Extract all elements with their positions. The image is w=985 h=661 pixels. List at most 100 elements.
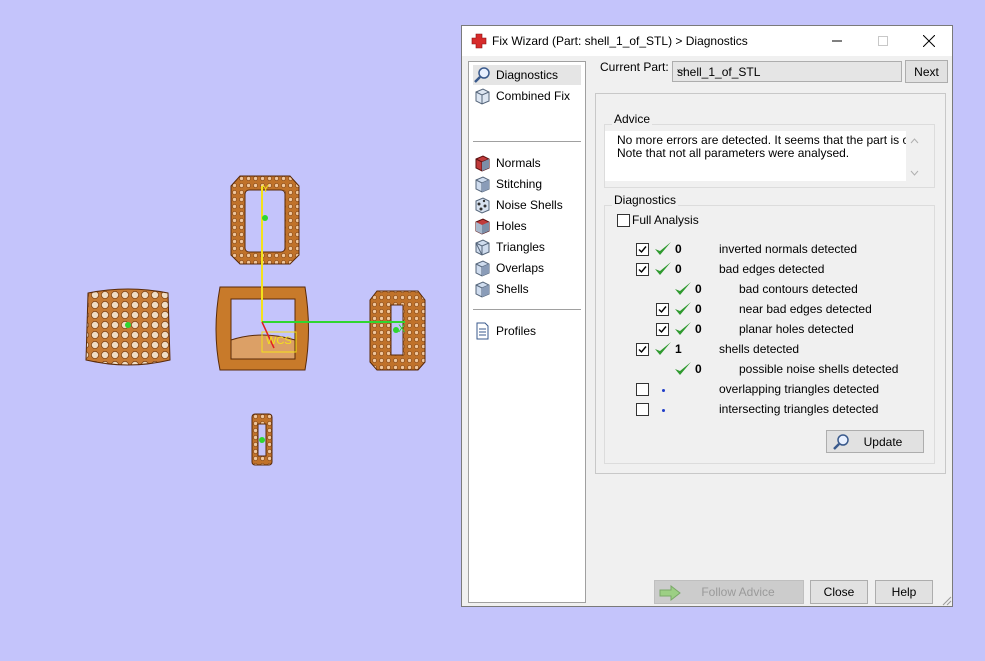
diag-label: overlapping triangles detected — [719, 382, 880, 396]
help-button[interactable]: Help — [875, 580, 933, 604]
update-button[interactable]: Update — [826, 430, 924, 453]
diag-label: possible noise shells detected — [739, 362, 899, 376]
diag-label: planar holes detected — [739, 322, 854, 336]
advice-line-2: Note that not all parameters were analys… — [617, 146, 850, 160]
row-checkbox[interactable] — [636, 383, 649, 396]
stitching-cube-icon — [475, 176, 490, 193]
follow-advice-label: Follow Advice — [701, 585, 775, 599]
nav-item-stitching[interactable]: Stitching — [473, 174, 542, 194]
diag-label: shells detected — [719, 342, 800, 356]
nav-item-label: Holes — [496, 219, 527, 233]
diag-label: near bad edges detected — [739, 302, 872, 316]
blue-dot-icon — [662, 409, 665, 412]
shells-cube-icon — [475, 281, 490, 298]
resize-grip-icon[interactable] — [942, 596, 952, 606]
part-views — [85, 175, 426, 466]
diag-count: 0 — [675, 262, 682, 276]
nav-item-label: Triangles — [496, 240, 545, 254]
nav-item-noise-shells[interactable]: Noise Shells — [473, 195, 563, 215]
overlaps-cube-icon — [475, 260, 490, 277]
minimize-button[interactable] — [814, 26, 860, 56]
current-part-select[interactable]: shell_1_of_STL ⌵ — [672, 61, 902, 82]
nav-item-label: Diagnostics — [496, 68, 559, 82]
red-cross-icon — [471, 33, 487, 49]
diagnostics-group-title: Diagnostics — [612, 193, 679, 207]
arrow-right-icon — [659, 585, 681, 601]
holes-cube-icon — [475, 218, 490, 235]
nav-item-label: Overlaps — [496, 261, 545, 275]
diag-label: intersecting triangles detected — [719, 402, 879, 416]
document-icon — [476, 322, 489, 340]
close-button-label: Close — [823, 585, 855, 599]
update-button-label: Update — [863, 434, 903, 449]
nav-item-label: Profiles — [496, 324, 537, 338]
help-button-label: Help — [891, 585, 917, 599]
magnifier-icon — [833, 434, 849, 450]
follow-advice-button[interactable]: Follow Advice — [654, 580, 804, 604]
advice-group-title: Advice — [612, 112, 653, 126]
green-check-icon — [675, 362, 691, 375]
row-checkbox[interactable] — [636, 243, 649, 256]
green-check-icon — [675, 302, 691, 315]
green-check-icon — [655, 242, 671, 255]
close-icon — [923, 35, 935, 47]
noise-shells-icon — [475, 197, 490, 214]
fix-wizard-window: Fix Wizard (Part: shell_1_of_STL) > Diag… — [461, 25, 953, 607]
normals-cube-icon — [475, 155, 490, 172]
diag-label: bad edges detected — [719, 262, 825, 276]
row-checkbox[interactable] — [636, 263, 649, 276]
minimize-icon — [832, 40, 842, 42]
nav-item-normals[interactable]: Normals — [473, 153, 541, 173]
nav-item-triangles[interactable]: Triangles — [473, 237, 545, 257]
nav-item-holes[interactable]: Holes — [473, 216, 527, 236]
3d-viewport[interactable]: Y X WCS — [0, 0, 460, 658]
close-button[interactable]: Close — [810, 580, 868, 604]
advice-line-1: No more errors are detected. It seems th… — [617, 133, 919, 147]
checkmark-icon — [638, 266, 647, 274]
diag-count: 0 — [695, 362, 702, 376]
checkmark-icon — [638, 346, 647, 354]
nav-item-label: Combined Fix — [496, 89, 571, 103]
row-checkbox[interactable] — [656, 303, 669, 316]
checkmark-icon — [638, 246, 647, 254]
advice-text-box[interactable]: No more errors are detected. It seems th… — [605, 131, 923, 181]
diag-label: inverted normals detected — [719, 242, 858, 256]
chevron-down-icon: ⌵ — [677, 65, 685, 76]
nav-separator — [473, 141, 581, 142]
close-window-button[interactable] — [906, 26, 952, 56]
next-button-label: Next — [914, 64, 939, 79]
nav-item-label: Normals — [496, 156, 541, 170]
nav-item-shells[interactable]: Shells — [473, 279, 529, 299]
checkmark-icon — [658, 306, 667, 314]
nav-item-overlaps[interactable]: Overlaps — [473, 258, 544, 278]
nav-item-profiles[interactable]: Profiles — [473, 321, 536, 341]
green-check-icon — [655, 342, 671, 355]
title-bar[interactable]: Fix Wizard (Part: shell_1_of_STL) > Diag… — [462, 26, 952, 56]
nav-item-label: Stitching — [496, 177, 543, 191]
wizard-nav-panel: Diagnostics Combined Fix Normals Stitchi… — [468, 61, 586, 603]
axis-x-label: X — [398, 323, 406, 335]
diag-count: 0 — [695, 322, 702, 336]
next-button[interactable]: Next — [905, 60, 948, 83]
full-analysis-label: Full Analysis — [632, 213, 699, 227]
magnifier-icon — [474, 67, 490, 83]
row-checkbox[interactable] — [636, 343, 649, 356]
row-checkbox[interactable] — [656, 323, 669, 336]
cube-icon — [475, 88, 490, 105]
diag-count: 0 — [695, 302, 702, 316]
nav-separator — [473, 309, 581, 310]
current-part-label: Current Part: — [600, 60, 669, 74]
diag-count: 1 — [675, 342, 682, 356]
wcs-label: WCS — [266, 335, 292, 347]
nav-item-label: Noise Shells — [496, 198, 563, 212]
nav-item-diagnostics[interactable]: Diagnostics — [473, 65, 581, 85]
nav-item-combined-fix[interactable]: Combined Fix — [473, 86, 570, 106]
maximize-icon — [878, 36, 888, 46]
row-checkbox[interactable] — [636, 403, 649, 416]
maximize-button[interactable] — [860, 26, 906, 56]
advice-scrollbar[interactable] — [906, 131, 923, 181]
diag-label: bad contours detected — [739, 282, 858, 296]
green-check-icon — [675, 282, 691, 295]
full-analysis-checkbox[interactable] — [617, 214, 630, 227]
diag-count: 0 — [675, 242, 682, 256]
